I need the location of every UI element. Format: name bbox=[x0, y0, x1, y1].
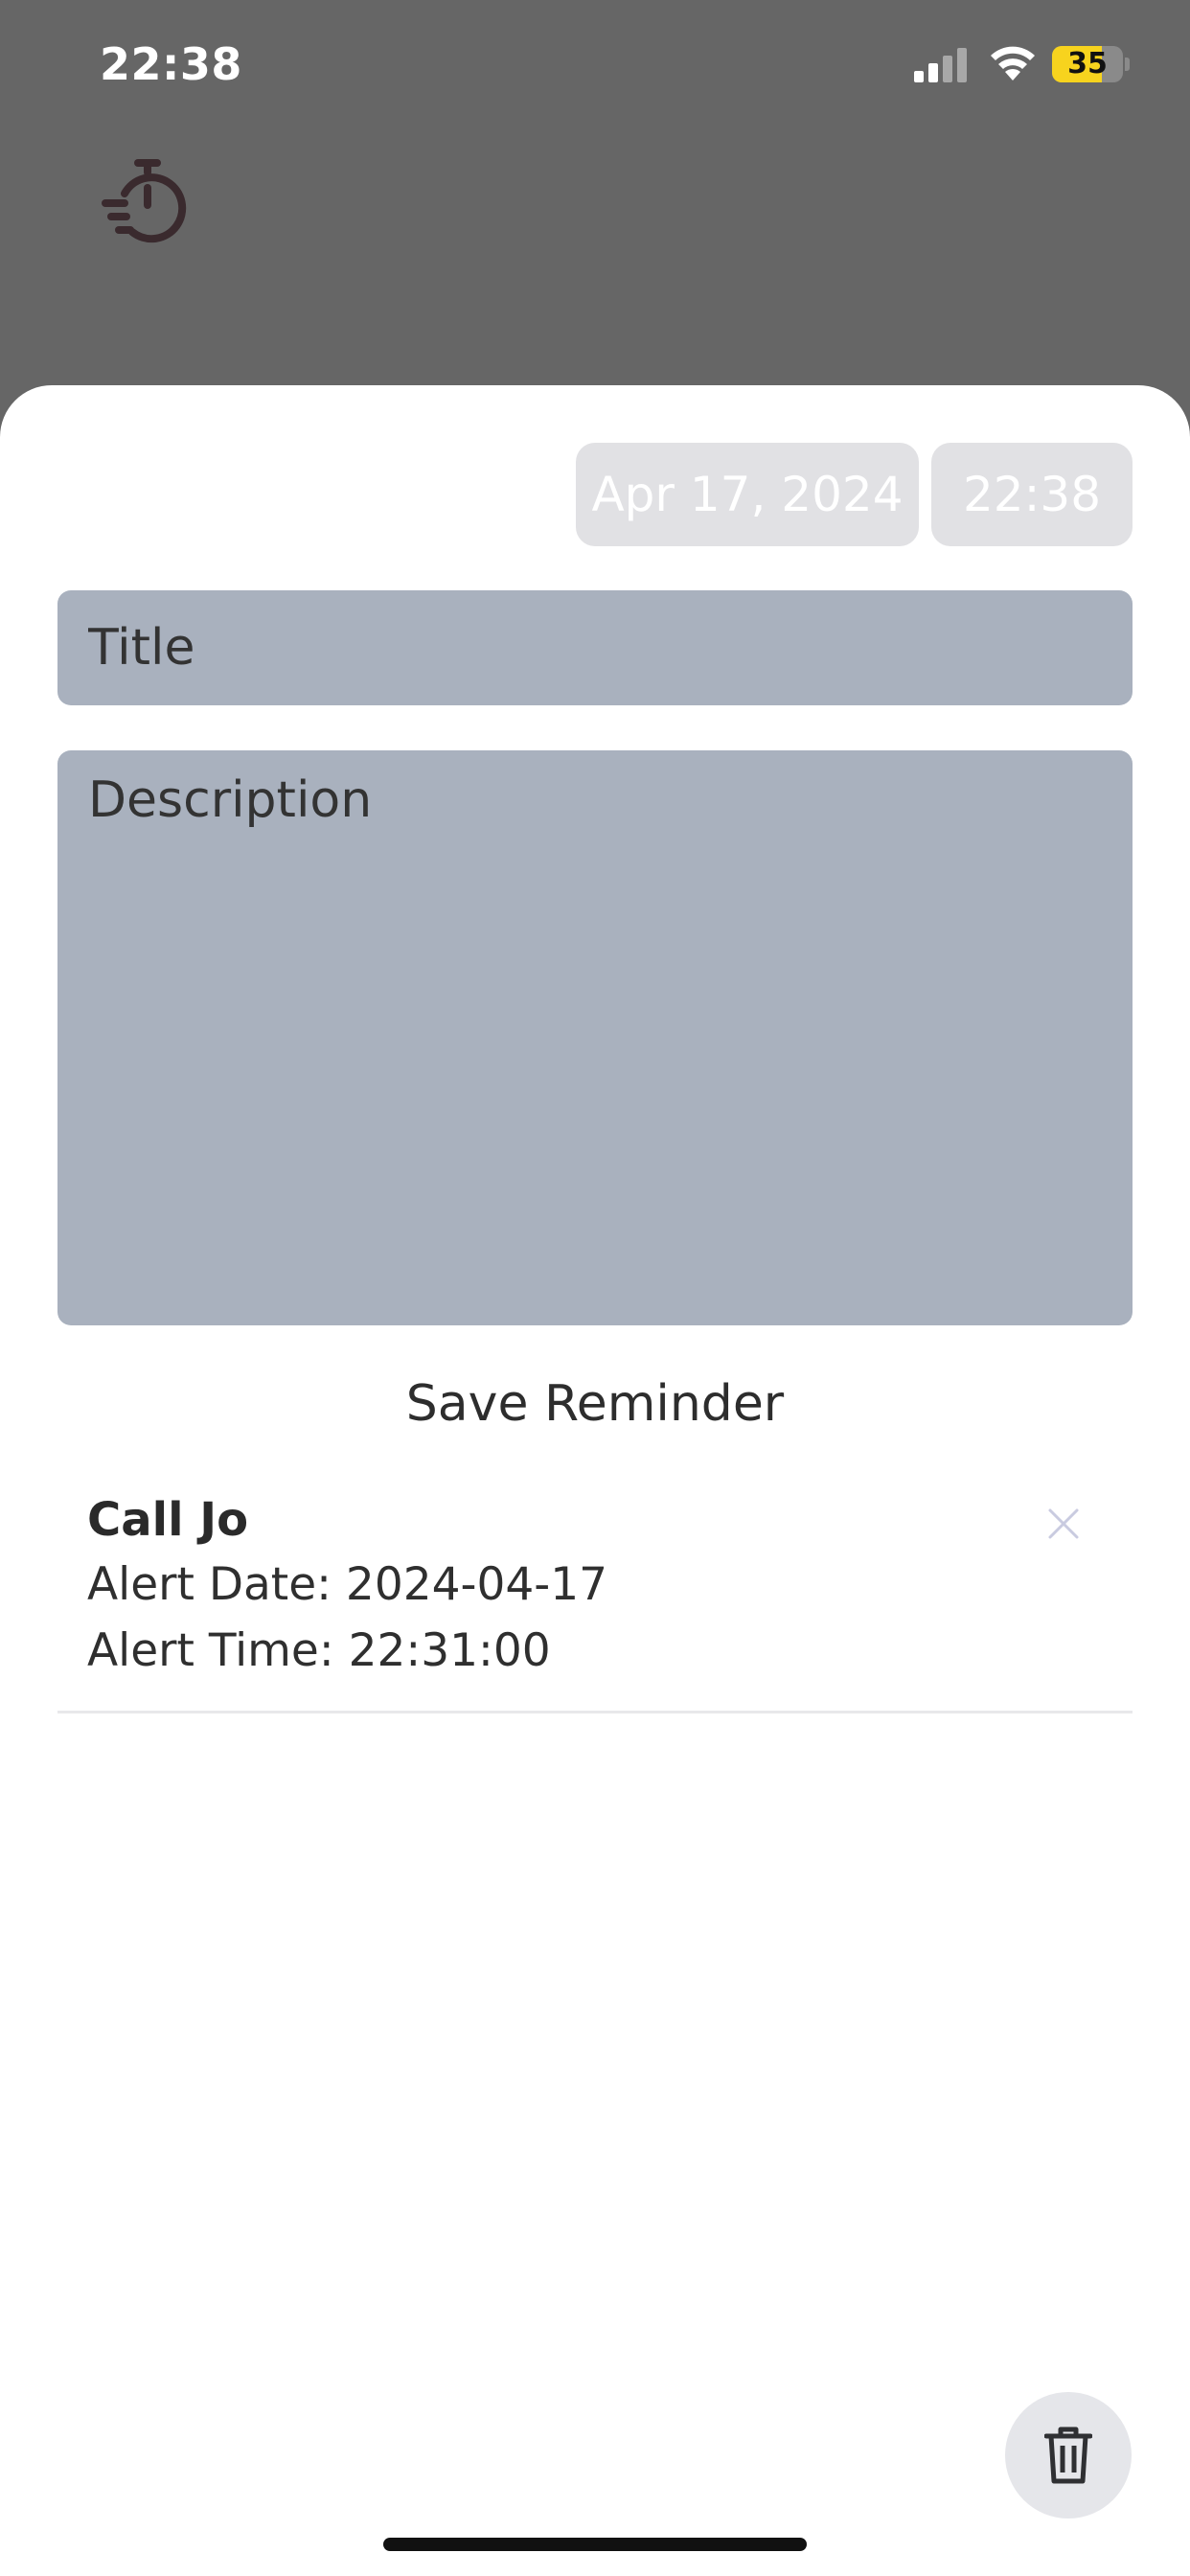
cellular-signal-icon bbox=[914, 48, 967, 82]
close-icon[interactable] bbox=[1044, 1505, 1083, 1543]
reminder-list-item[interactable]: Call Jo Alert Date: 2024-04-17 Alert Tim… bbox=[57, 1476, 1133, 1714]
delete-all-button[interactable] bbox=[1005, 2392, 1132, 2518]
battery-percent: 35 bbox=[1067, 47, 1108, 80]
battery-body: 35 bbox=[1052, 46, 1123, 82]
stopwatch-icon[interactable] bbox=[100, 155, 192, 247]
status-bar: 22:38 35 bbox=[0, 0, 1190, 134]
trash-icon bbox=[1044, 2426, 1092, 2484]
save-reminder-button[interactable]: Save Reminder bbox=[345, 1365, 845, 1443]
reminder-alert-date: Alert Date: 2024-04-17 bbox=[87, 1558, 608, 1611]
wifi-icon bbox=[991, 46, 1035, 80]
time-picker-button[interactable]: 22:38 bbox=[931, 443, 1133, 546]
reminder-alert-time: Alert Time: 22:31:00 bbox=[87, 1624, 551, 1677]
reminder-title: Call Jo bbox=[87, 1493, 249, 1547]
home-indicator bbox=[383, 2538, 807, 2551]
title-input[interactable] bbox=[57, 590, 1133, 705]
battery-indicator: 35 bbox=[1052, 46, 1130, 82]
status-time: 22:38 bbox=[100, 38, 242, 90]
battery-tip bbox=[1125, 58, 1130, 71]
description-input[interactable] bbox=[57, 750, 1133, 1325]
date-picker-button[interactable]: Apr 17, 2024 bbox=[576, 443, 919, 546]
